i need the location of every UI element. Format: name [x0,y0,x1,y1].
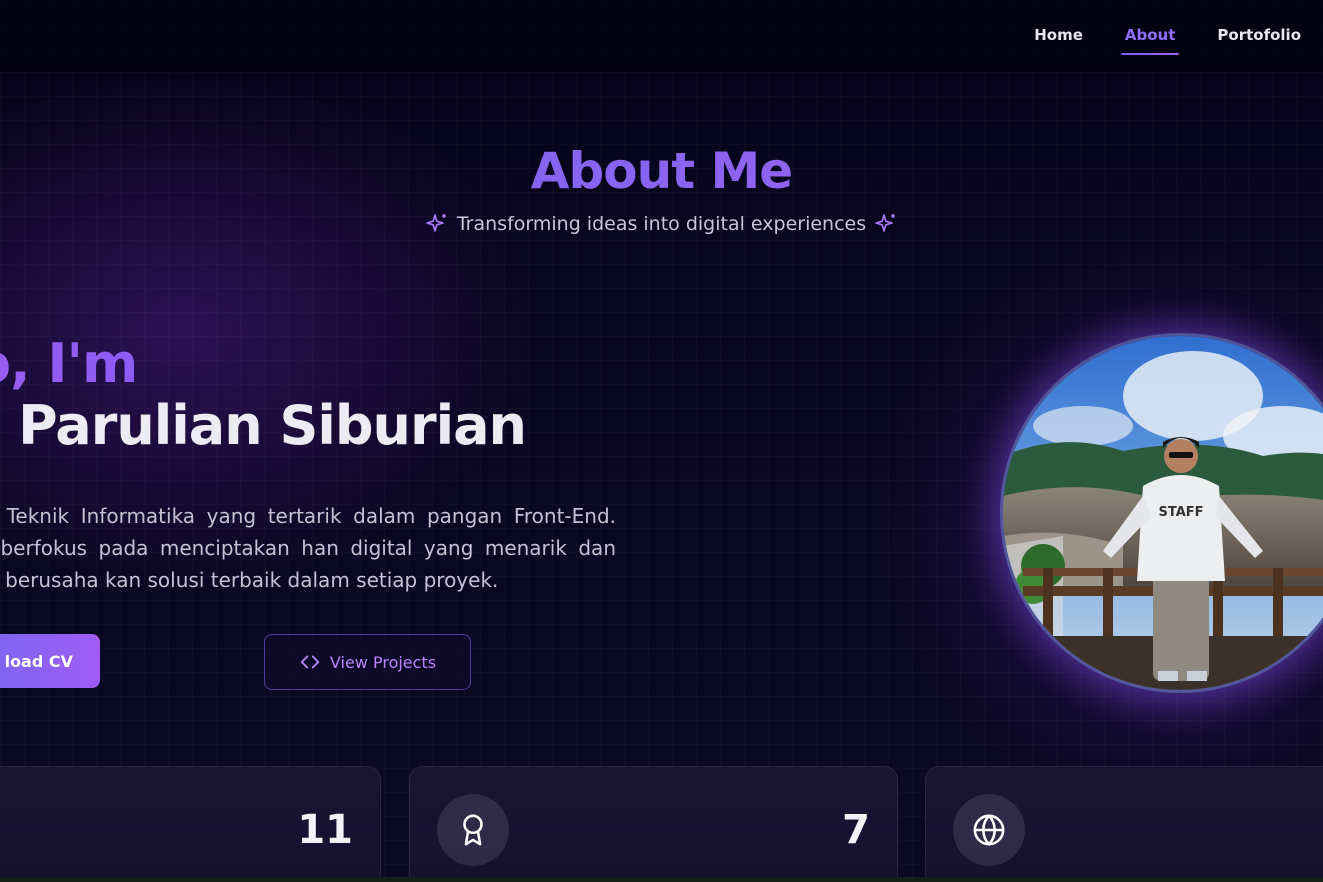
navbar: Home About Portofolio [0,0,1323,72]
view-projects-button[interactable]: View Projects [264,634,471,690]
nav-links: Home About Portofolio [1034,0,1301,72]
stat-card-certificates: 7 [409,766,898,882]
sparkle-icon [875,214,896,232]
stat-card-experience [925,766,1323,882]
award-icon [437,794,509,866]
stat-value: 7 [842,807,870,853]
hero-bio: siswa Teknik Informatika yang tertarik d… [0,504,616,592]
subtitle-row: Transforming ideas into digital experien… [0,212,1323,236]
bottom-strip [0,877,1323,882]
stat-value: 11 [297,807,353,853]
section-title: About Me [0,142,1323,200]
view-projects-label: View Projects [329,652,437,672]
nav-link-about[interactable]: About [1120,26,1179,55]
subtitle: Transforming ideas into digital experien… [456,213,867,235]
about-page: Home About Portofolio About Me Transform… [0,0,1323,882]
hero-greeting: o, I'm [0,332,138,395]
sparkle-icon [426,214,446,232]
download-cv-button[interactable]: load CV [0,634,100,688]
nav-link-home[interactable]: Home [1034,26,1083,46]
svg-text:STAFF: STAFF [1158,505,1203,520]
hero-name: han Parulian Siburian [0,394,527,457]
stat-card-projects: 11 [0,766,381,882]
nav-link-portofolio[interactable]: Portofolio [1217,26,1301,46]
globe-icon [953,794,1025,866]
code-icon [300,655,320,669]
download-cv-label: load CV [4,651,73,671]
